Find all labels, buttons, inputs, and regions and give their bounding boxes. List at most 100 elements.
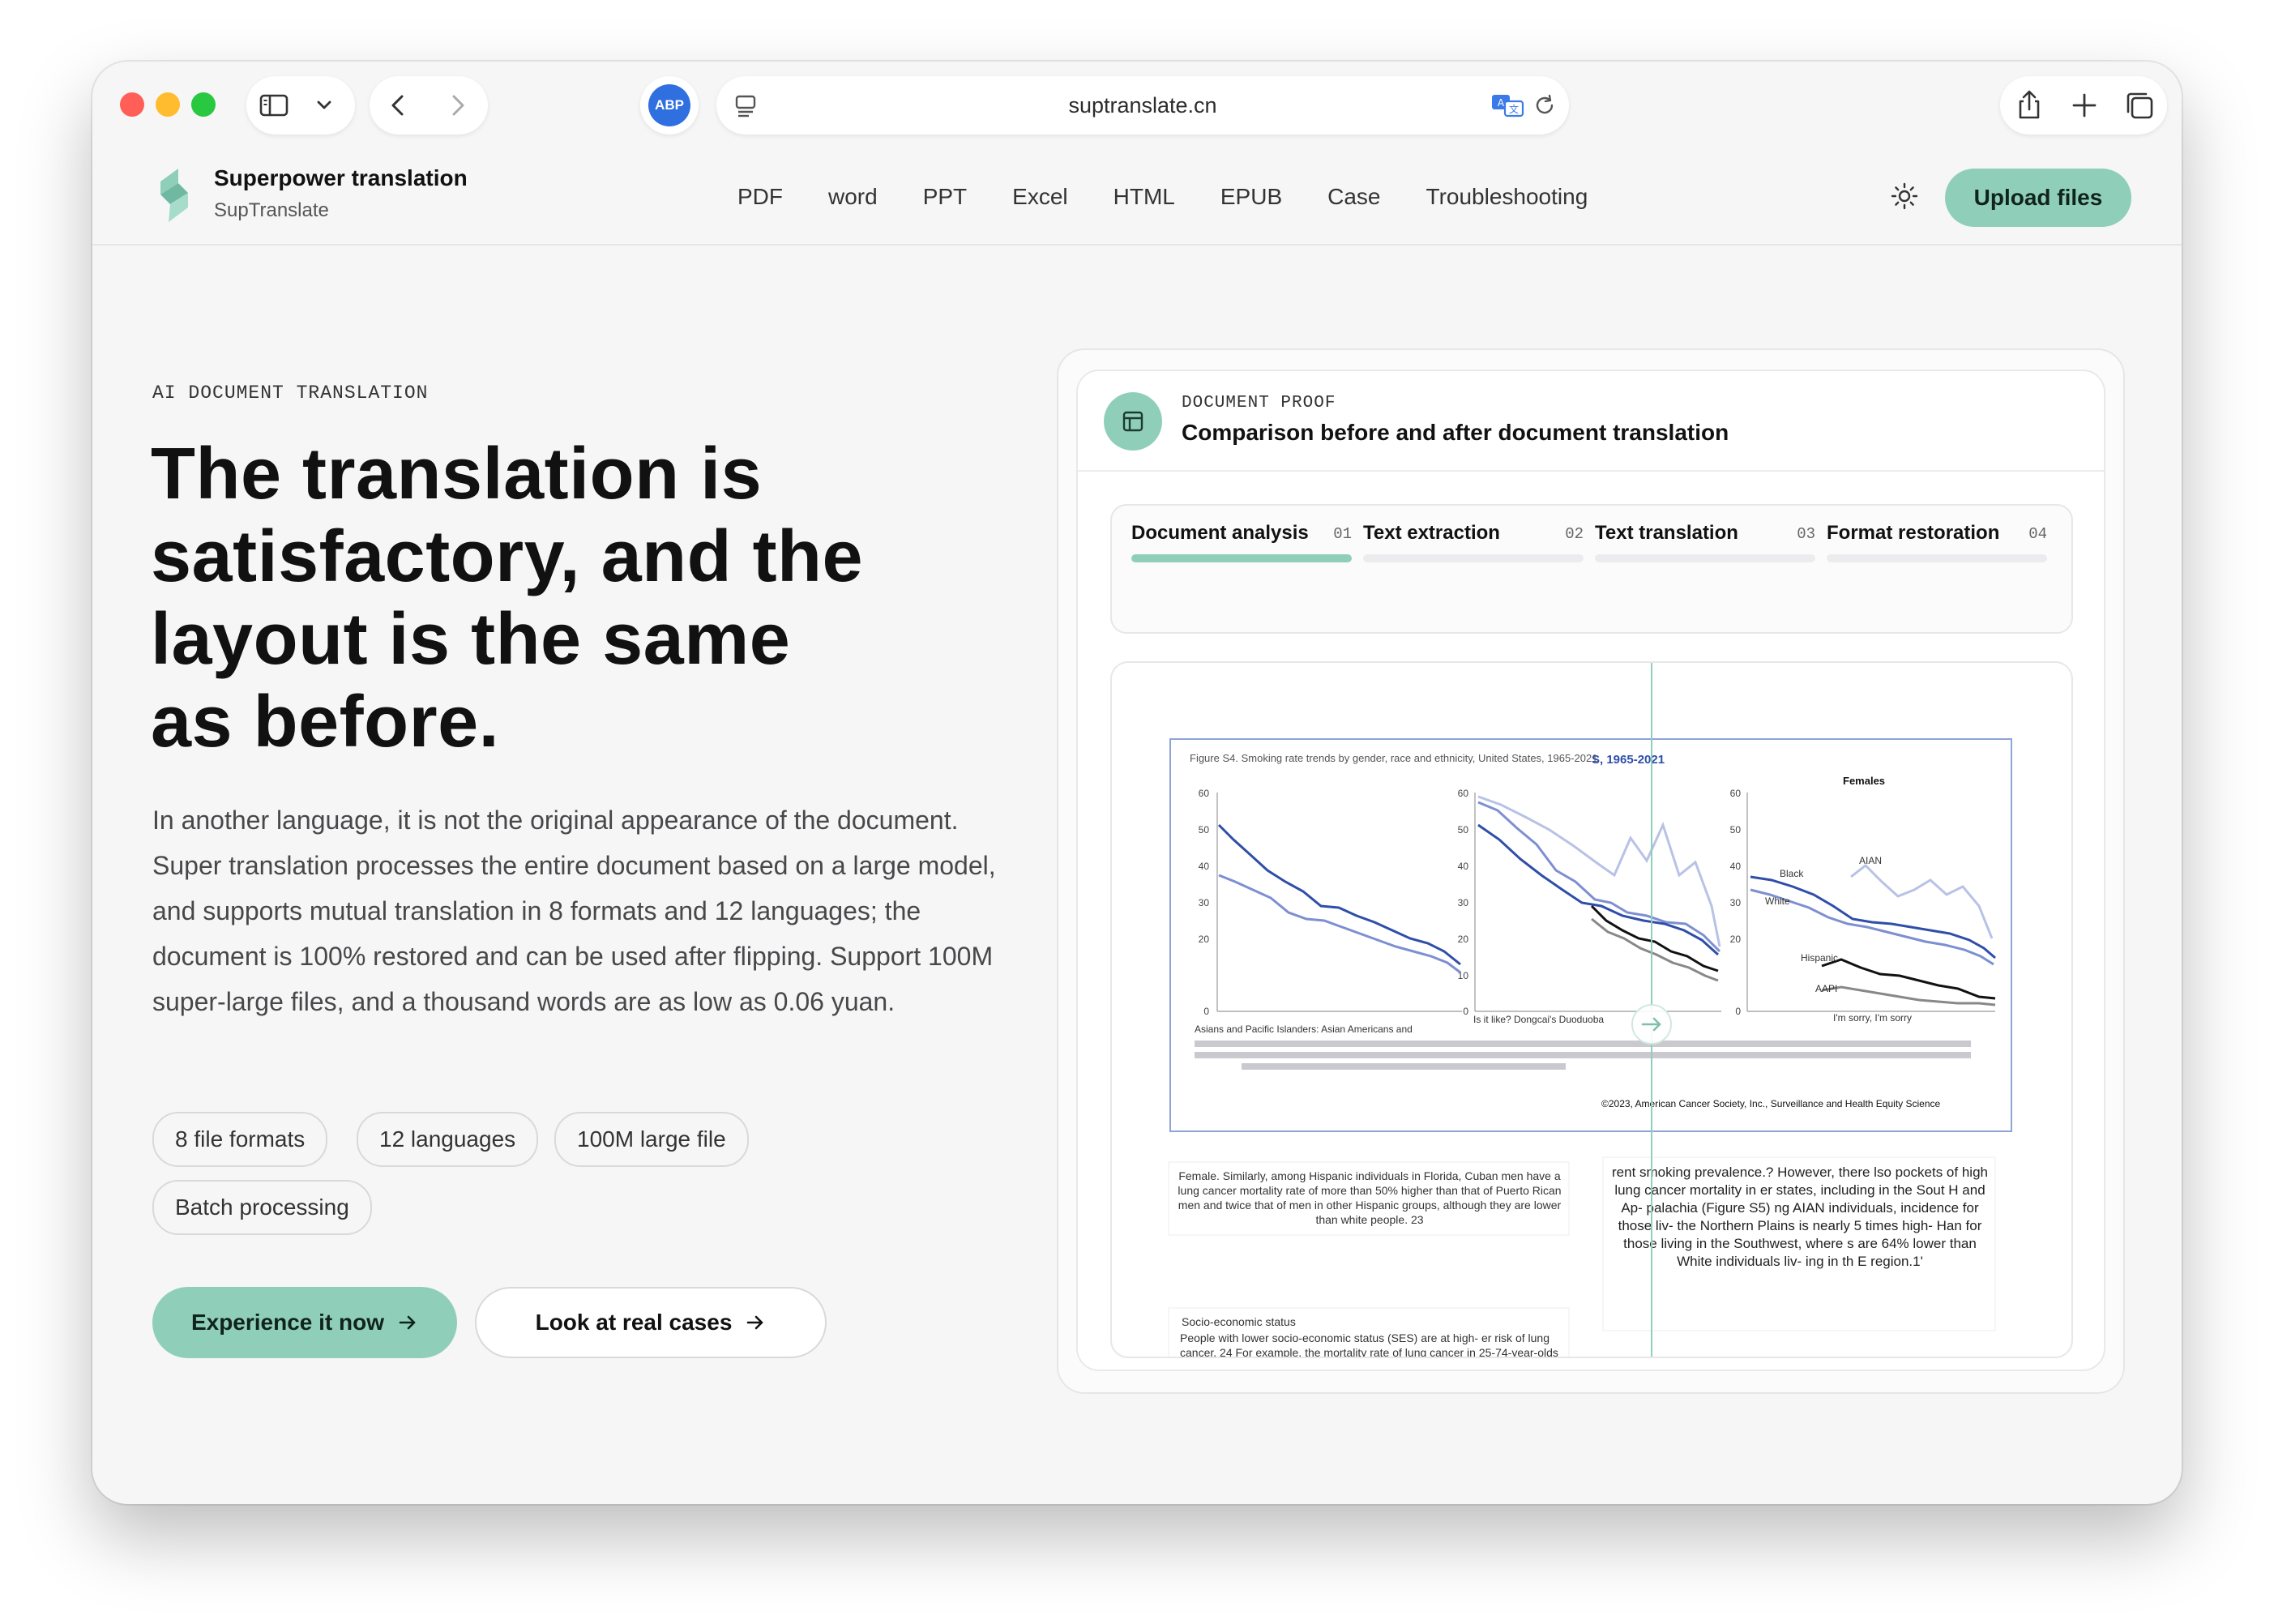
step-label: Format restoration <box>1827 522 2000 544</box>
nav-pdf[interactable]: PDF <box>737 184 783 210</box>
theme-toggle-sun-icon[interactable] <box>1890 182 1919 215</box>
card-title: Comparison before and after document tra… <box>1182 420 1729 445</box>
real-cases-button[interactable]: Look at real cases <box>475 1287 827 1358</box>
step-progress-bar <box>1595 554 1815 562</box>
chip-large-file: 100M large file <box>554 1112 749 1167</box>
arrow-right-icon <box>399 1315 416 1330</box>
paragraph-left: Female. Similarly, among Hispanic indivi… <box>1178 1169 1562 1226</box>
chevron-down-icon[interactable] <box>311 92 337 118</box>
close-window-button[interactable] <box>120 92 144 117</box>
experience-now-button[interactable]: Experience it now <box>152 1287 457 1358</box>
hero-eyebrow: AI DOCUMENT TRANSLATION <box>152 382 429 404</box>
y-tick-label: 40 <box>1730 861 1742 872</box>
suptranslate-logo-icon[interactable] <box>151 165 196 231</box>
chip-languages: 12 languages <box>357 1112 539 1167</box>
figure-title-translated: S, 1965-2021 <box>1592 753 1665 767</box>
y-tick-label: 30 <box>1730 897 1742 908</box>
paragraph-left-wrapper: Female. Similarly, among Hispanic indivi… <box>1178 1169 1562 1226</box>
figure-note-right: I'm sorry, I'm sorry <box>1833 1012 1912 1024</box>
adblock-extension-button[interactable]: ABP <box>640 76 699 135</box>
nav-ppt[interactable]: PPT <box>923 184 967 210</box>
step-progress-bar <box>1131 554 1352 562</box>
tab-overview-icon[interactable] <box>2122 88 2157 123</box>
figure-note-mid: Is it like? Dongcai's Duoduoba <box>1473 1014 1604 1025</box>
browser-window: ABP suptranslate.cn A文 Superpower transl… <box>92 62 2182 1504</box>
site-header: Superpower translation SupTranslate PDF … <box>92 149 2182 246</box>
forward-icon[interactable] <box>441 89 473 122</box>
y-tick-label: 0 <box>1463 1006 1468 1017</box>
nav-excel[interactable]: Excel <box>1012 184 1067 210</box>
y-tick-label: 30 <box>1199 897 1210 908</box>
table-icon <box>1104 392 1162 451</box>
nav-word[interactable]: word <box>828 184 878 210</box>
paragraph-bottom-wrapper: People with lower socio-economic status … <box>1180 1331 1558 1359</box>
step-label: Document analysis <box>1131 522 1309 544</box>
section-heading: Socio-economic status <box>1182 1315 1296 1328</box>
paragraph-right: rent smoking prevalence.? However, there… <box>1612 1165 1988 1269</box>
y-tick-label: 50 <box>1730 824 1742 836</box>
address-bar[interactable]: suptranslate.cn A文 <box>716 76 1569 135</box>
y-tick-label: 40 <box>1199 861 1210 872</box>
card-divider <box>1078 470 2104 472</box>
figure-frame <box>1169 738 2012 1132</box>
panel-label-females: Females <box>1843 775 1885 787</box>
zoom-window-button[interactable] <box>191 92 216 117</box>
y-tick-label: 60 <box>1199 788 1210 799</box>
y-tick-label: 50 <box>1199 824 1210 836</box>
series-label-white: White <box>1765 895 1790 907</box>
browser-toolbar: ABP suptranslate.cn A文 <box>92 62 2182 149</box>
y-tick-label: 60 <box>1458 788 1469 799</box>
step-progress-bar <box>1827 554 2047 562</box>
step-label: Text translation <box>1595 522 1738 544</box>
translate-icon[interactable]: A文 <box>1490 89 1525 122</box>
svg-text:A: A <box>1498 97 1505 109</box>
nav-troubleshooting[interactable]: Troubleshooting <box>1426 184 1588 210</box>
series-label-black: Black <box>1780 868 1804 879</box>
y-tick-label: 20 <box>1730 934 1742 945</box>
brand-name[interactable]: Superpower translation <box>214 165 468 191</box>
card-eyebrow: DOCUMENT PROOF <box>1182 394 1336 412</box>
step-number: 04 <box>2028 525 2047 543</box>
real-cases-label: Look at real cases <box>535 1310 733 1335</box>
paragraph-right-wrapper: rent smoking prevalence.? However, there… <box>1612 1165 1988 1269</box>
url-text[interactable]: suptranslate.cn <box>716 76 1569 135</box>
hero-description: In another language, it is not the origi… <box>152 806 996 1016</box>
adblock-icon: ABP <box>648 84 690 126</box>
series-label-aapi: AAPI <box>1815 983 1837 994</box>
nav-case[interactable]: Case <box>1327 184 1380 210</box>
history-nav-group <box>370 76 488 135</box>
upload-files-button[interactable]: Upload files <box>1945 169 2131 227</box>
figure-title-original: Figure S4. Smoking rate trends by gender… <box>1190 752 1597 764</box>
main-navigation: PDF word PPT Excel HTML EPUB Case Troubl… <box>737 149 1633 244</box>
share-icon[interactable] <box>2011 88 2047 123</box>
y-tick-label: 40 <box>1458 861 1469 872</box>
nav-epub[interactable]: EPUB <box>1220 184 1282 210</box>
sidebar-toggle-group[interactable] <box>246 76 355 135</box>
step-number: 02 <box>1565 525 1584 543</box>
new-tab-icon[interactable] <box>2067 88 2102 123</box>
chip-file-formats: 8 file formats <box>152 1112 328 1167</box>
sidebar-icon[interactable] <box>258 89 290 122</box>
y-tick-label: 20 <box>1458 934 1469 945</box>
series-label-aian: AIAN <box>1859 855 1882 866</box>
document-preview-canvas: Figure S4. Smoking rate trends by gender… <box>1168 663 2012 1359</box>
figure-note-left: Asians and Pacific Islanders: Asian Amer… <box>1195 1024 1413 1035</box>
step-number: 03 <box>1797 525 1815 543</box>
experience-now-label: Experience it now <box>190 1310 385 1335</box>
step-label: Text extraction <box>1363 522 1500 544</box>
reload-icon[interactable] <box>1532 92 1558 118</box>
brand-subtitle: SupTranslate <box>214 199 329 221</box>
step-number: 01 <box>1333 525 1352 543</box>
y-tick-label: 50 <box>1458 824 1469 836</box>
nav-html[interactable]: HTML <box>1113 184 1175 210</box>
y-tick-label: 30 <box>1458 897 1469 908</box>
y-tick-label: 20 <box>1199 934 1210 945</box>
window-actions-group <box>2000 76 2167 135</box>
minimize-window-button[interactable] <box>156 92 180 117</box>
hero-headline: The translation is satisfactory, and the… <box>151 434 864 763</box>
svg-text:文: 文 <box>1509 103 1519 115</box>
back-icon[interactable] <box>383 89 415 122</box>
y-tick-label: 0 <box>1203 1006 1209 1017</box>
y-tick-label: 0 <box>1735 1006 1741 1017</box>
paragraph-bottom: People with lower socio-economic status … <box>1180 1331 1558 1359</box>
